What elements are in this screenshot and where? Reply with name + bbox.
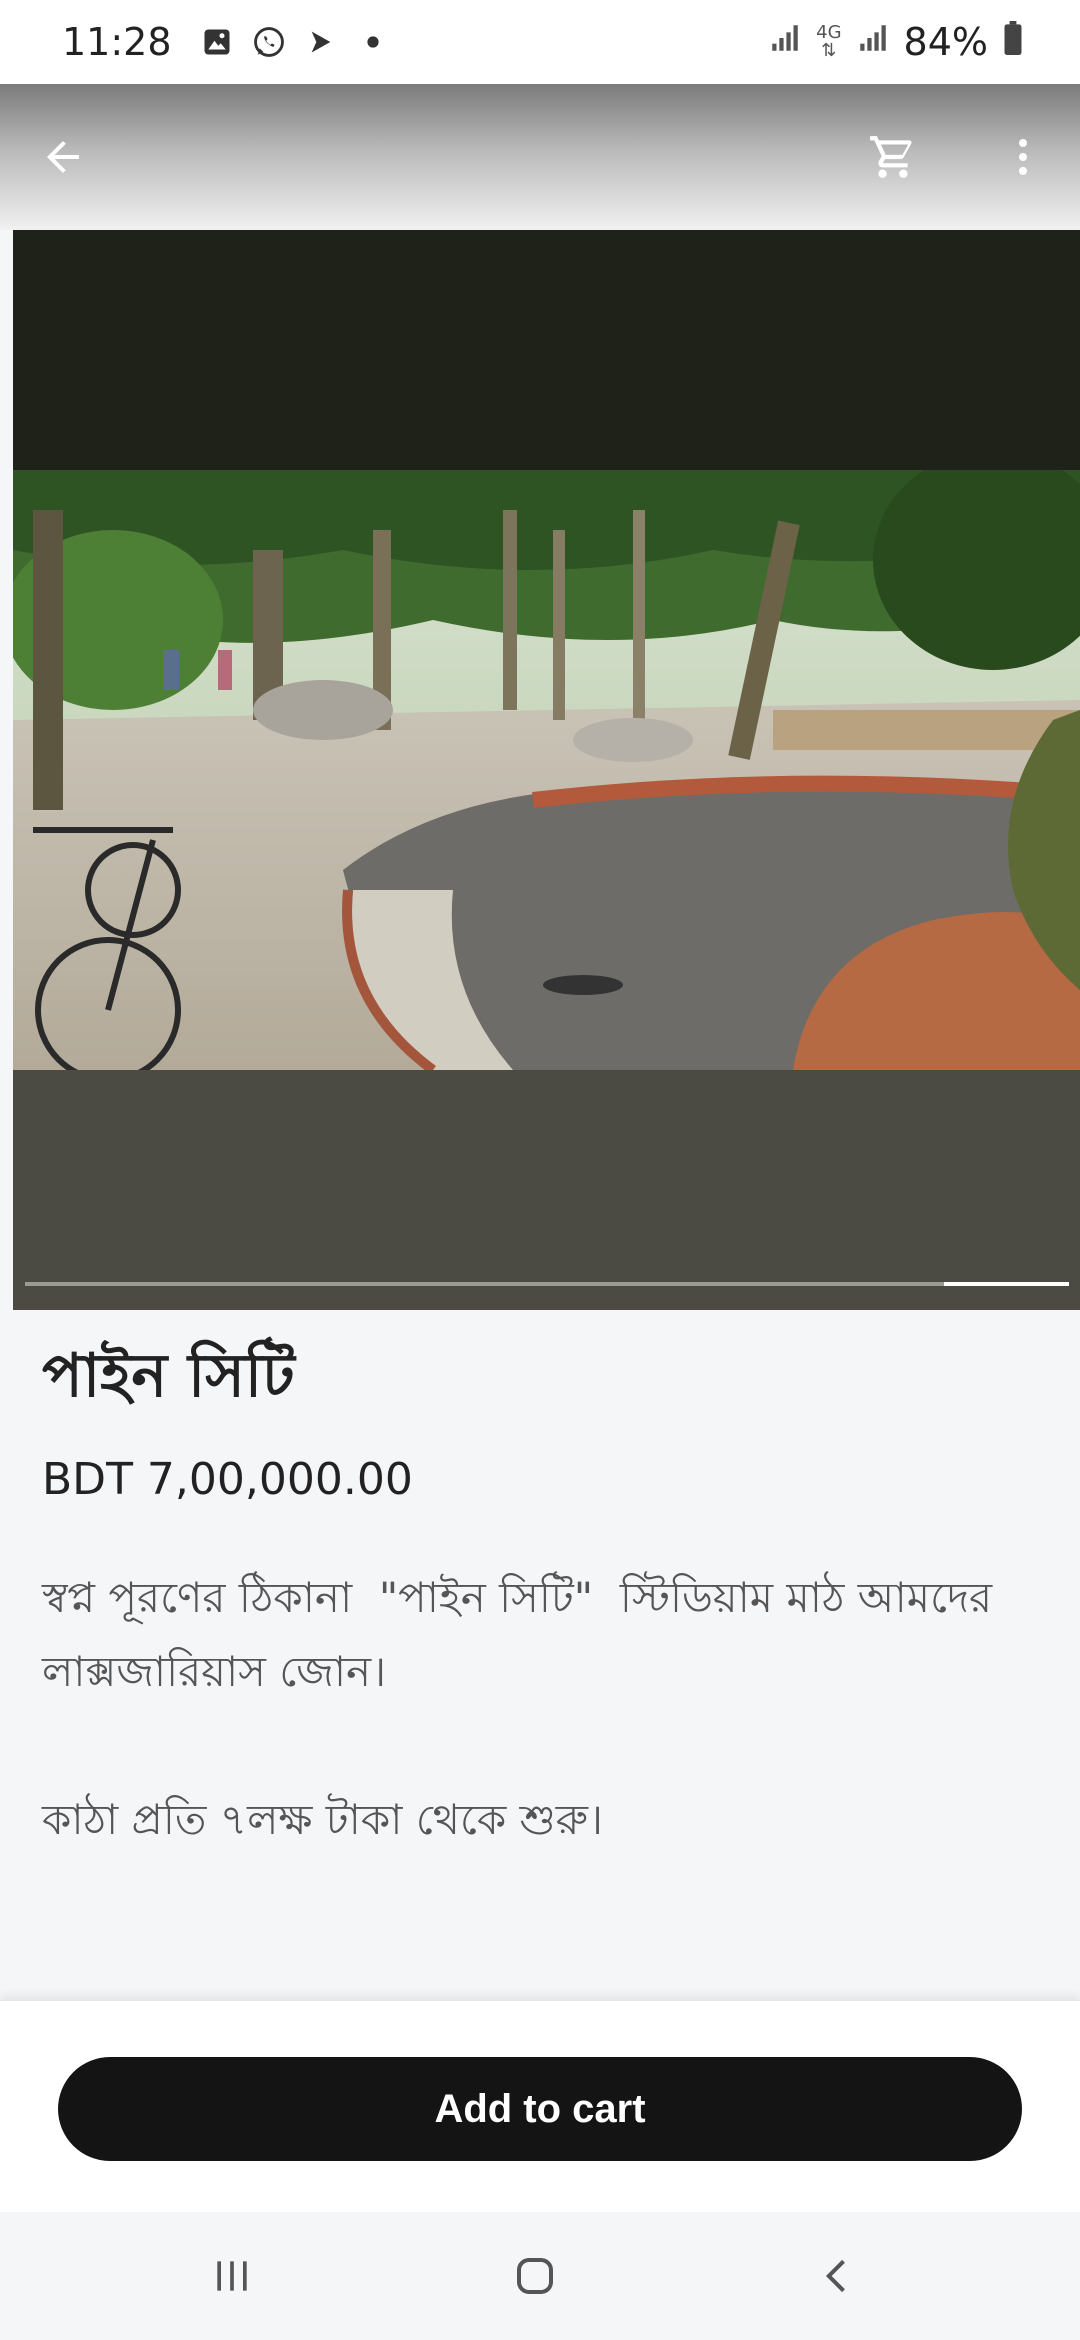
product-photo [13,470,1080,1070]
battery-percent: 84% [903,20,988,64]
network-type: 4G ⇅ [816,24,841,60]
whatsapp-icon [252,25,286,59]
back-arrow-icon[interactable] [26,120,100,194]
status-time: 11:28 [62,20,172,64]
battery-icon [1002,20,1024,64]
product-page: 11:28 4G ⇅ 84% পাইন সিটি BDT 7,00,000.00… [0,0,1080,2340]
image-letterbox-bottom [13,1070,1080,1310]
description-paragraph-1: স্বপ্ন পূরণের ঠিকানা "পাইন সিটি" স্টিডিয… [42,1573,1006,1696]
cart-icon[interactable] [856,120,930,194]
data-arrows-icon: ⇅ [821,40,837,61]
gallery-icon [200,25,234,59]
product-title: পাইন সিটি [42,1341,295,1411]
app-bar [0,84,1080,230]
more-vert-icon[interactable] [986,120,1060,194]
product-price: BDT 7,00,000.00 [42,1454,413,1505]
signal-icon [768,20,802,64]
image-letterbox-top [13,230,1080,470]
product-image-carousel[interactable] [13,230,1080,1310]
description-paragraph-2: কাঠা প্রতি ৭লক্ষ টাকা থেকে শুরু। [42,1795,603,1844]
status-right: 4G ⇅ 84% [768,20,1024,64]
carousel-progress-track [25,1282,1069,1286]
dot-icon [356,25,390,59]
product-details: পাইন সিটি BDT 7,00,000.00 স্বপ্ন পূরণের … [42,1340,1042,1857]
cart-bar: Add to cart [0,2000,1080,2212]
signal-icon-2 [856,20,890,64]
recent-apps-icon[interactable] [202,2246,262,2306]
system-nav-bar [0,2212,1080,2340]
carousel-progress-fill [943,1282,1069,1286]
status-bar: 11:28 4G ⇅ 84% [0,0,1080,84]
product-description: স্বপ্ন পূরণের ঠিকানা "পাইন সিটি" স্টিডিয… [42,1561,1042,1857]
add-to-cart-button[interactable]: Add to cart [58,2057,1022,2161]
status-left: 11:28 [62,20,390,64]
back-icon[interactable] [808,2246,868,2306]
send-icon [304,25,338,59]
home-icon[interactable] [505,2246,565,2306]
